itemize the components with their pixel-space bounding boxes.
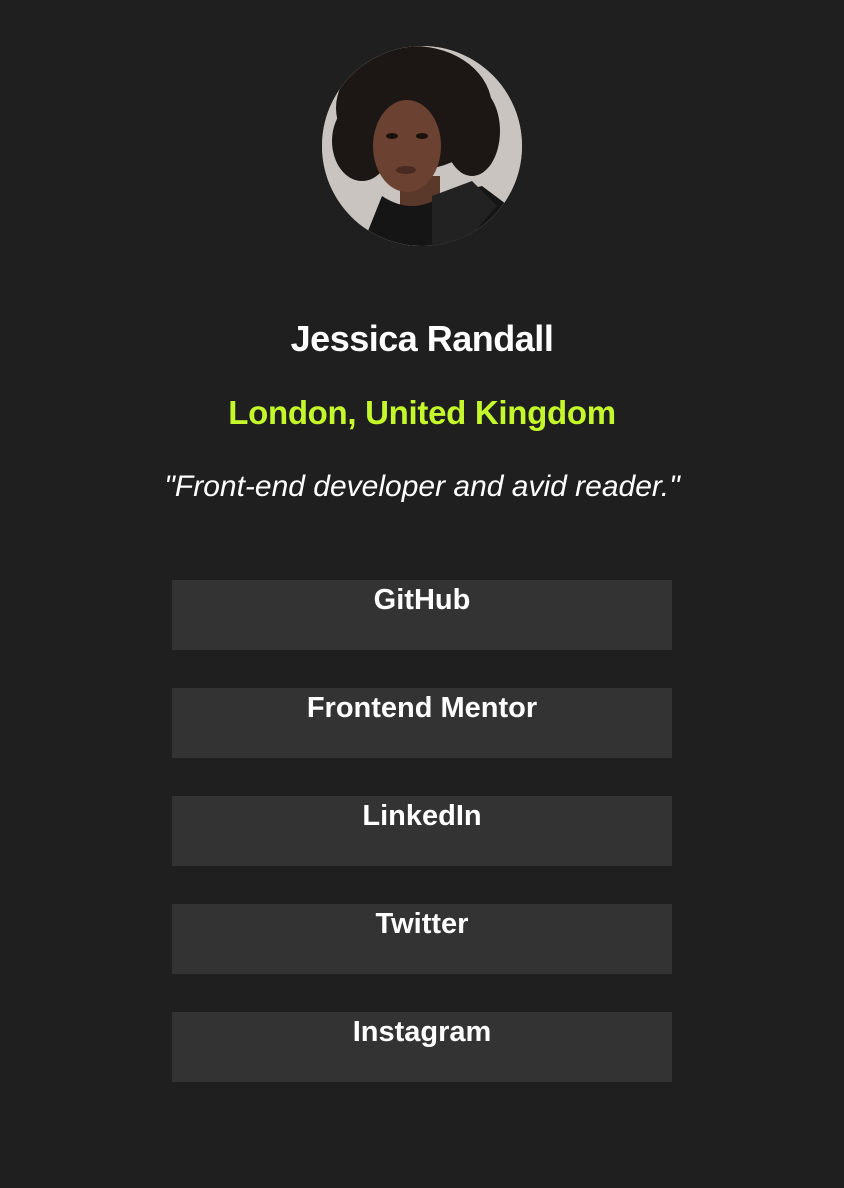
profile-bio: "Front-end developer and avid reader." xyxy=(164,470,680,503)
link-label: Instagram xyxy=(352,1016,492,1048)
avatar xyxy=(322,46,522,246)
link-instagram-button[interactable]: Instagram xyxy=(172,1012,672,1082)
link-frontend-mentor-button[interactable]: Frontend Mentor xyxy=(172,688,672,758)
link-label: GitHub xyxy=(373,584,471,616)
link-label: Twitter xyxy=(375,908,469,940)
profile-card: Jessica Randall London, United Kingdom "… xyxy=(0,0,844,1188)
link-github-button[interactable]: GitHub xyxy=(172,580,672,650)
avatar-image xyxy=(322,46,522,246)
link-label: Frontend Mentor xyxy=(306,692,538,724)
link-label: LinkedIn xyxy=(362,800,482,832)
social-links: GitHub Frontend Mentor LinkedIn Twitter … xyxy=(172,580,672,1120)
link-twitter-button[interactable]: Twitter xyxy=(172,904,672,974)
link-linkedin-button[interactable]: LinkedIn xyxy=(172,796,672,866)
profile-location: London, United Kingdom xyxy=(228,394,616,431)
profile-name: Jessica Randall xyxy=(290,318,554,359)
